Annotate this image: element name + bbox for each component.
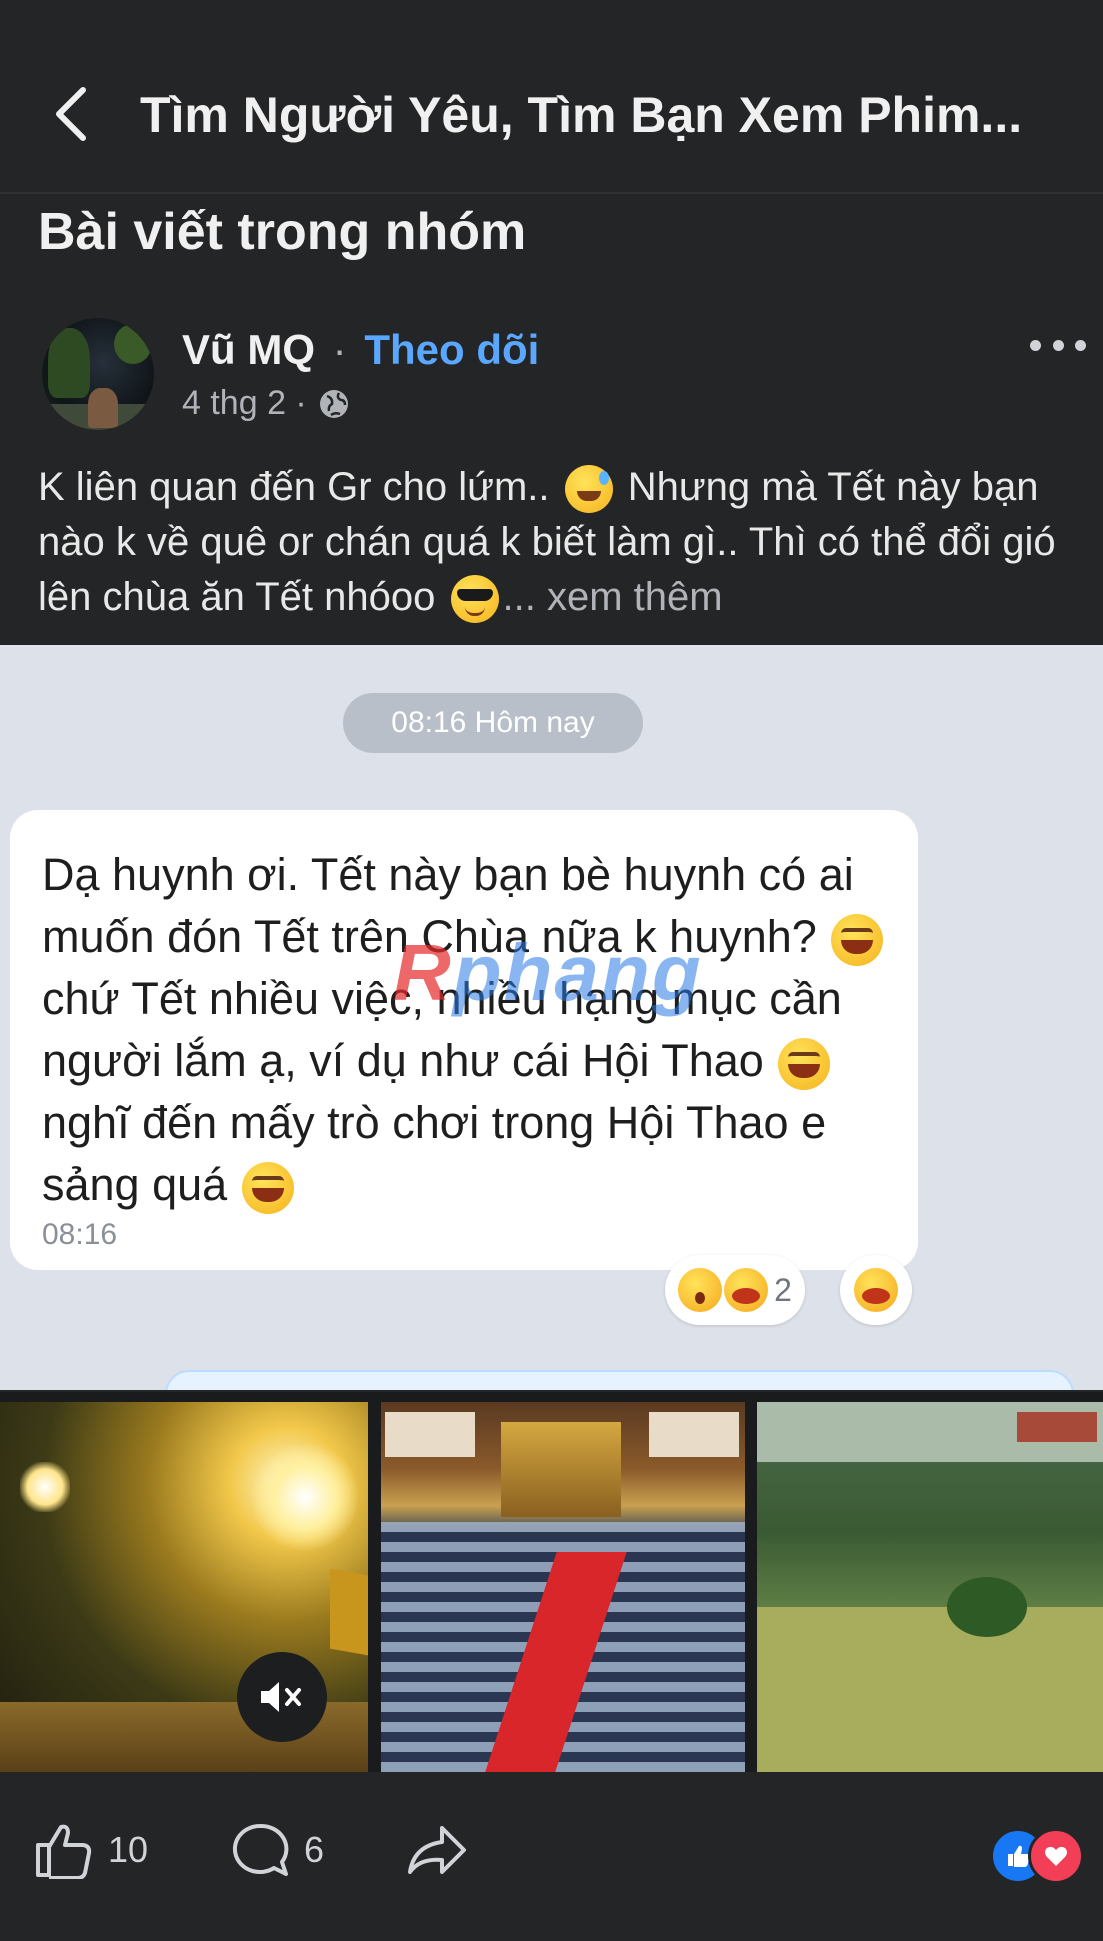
like-button[interactable]: 10 bbox=[34, 1820, 148, 1880]
message-text: Dạ huynh ơi. Tết này bạn bè huynh có ai … bbox=[42, 844, 902, 1216]
time-chip: 08:16 Hôm nay bbox=[343, 693, 643, 753]
message-line3: nghĩ đến mấy trò chơi trong Hội Thao e s… bbox=[42, 1097, 827, 1210]
astonished-emoji-icon bbox=[678, 1268, 723, 1312]
chevron-left-icon bbox=[56, 87, 86, 141]
comment-button[interactable]: 6 bbox=[230, 1820, 324, 1880]
laughing-emoji-icon bbox=[854, 1268, 898, 1312]
post-meta: 4 thg 2 · bbox=[182, 384, 351, 423]
photo-fireworks[interactable] bbox=[0, 1402, 368, 1772]
laughing-emoji-icon bbox=[724, 1268, 769, 1312]
comment-count: 6 bbox=[304, 1829, 325, 1870]
speaker-muted-icon bbox=[261, 1682, 301, 1712]
post-text-part1: K liên quan đến Gr cho lứm.. bbox=[38, 465, 550, 509]
sunglasses-emoji-icon bbox=[450, 575, 499, 624]
message-time: 08:16 bbox=[42, 1218, 118, 1251]
author-row: Vũ MQ · Theo dõi bbox=[182, 326, 539, 374]
watermark: Rphang bbox=[393, 928, 703, 1017]
message-reactions[interactable]: 2 bbox=[665, 1255, 805, 1325]
header-divider bbox=[0, 192, 1103, 194]
chat-screenshot: 08:16 Hôm nay Dạ huynh ơi. Tết này bạn b… bbox=[0, 645, 1103, 1390]
mute-button[interactable] bbox=[237, 1652, 327, 1742]
globe-icon bbox=[319, 389, 348, 418]
next-message-bubble bbox=[165, 1370, 1074, 1390]
avatar[interactable] bbox=[42, 318, 154, 430]
laughing-emoji-icon bbox=[831, 914, 884, 967]
photo-temple-garden[interactable] bbox=[757, 1402, 1103, 1772]
laughing-emoji-icon bbox=[241, 1162, 294, 1215]
like-count: 10 bbox=[108, 1829, 149, 1870]
photo-temple-hall[interactable] bbox=[381, 1402, 745, 1772]
reaction-summary[interactable] bbox=[990, 1828, 1090, 1884]
love-reaction-icon bbox=[1028, 1828, 1084, 1884]
action-bar: 10 6 bbox=[0, 1772, 1103, 1941]
back-button[interactable] bbox=[48, 84, 92, 144]
sweat-smile-emoji-icon bbox=[564, 465, 613, 514]
author-name[interactable]: Vũ MQ bbox=[182, 326, 315, 373]
post-time: 4 thg 2 · bbox=[182, 384, 307, 422]
see-more-link[interactable]: xem thêm bbox=[547, 575, 723, 619]
separator-dot: · bbox=[332, 326, 347, 373]
section-title: Bài viết trong nhóm bbox=[38, 203, 527, 261]
thumbs-up-icon bbox=[36, 1824, 92, 1879]
top-bar: Tìm Người Yêu, Tìm Bạn Xem Phim... bbox=[0, 0, 1103, 190]
laughing-emoji-icon bbox=[778, 1038, 831, 1091]
group-title: Tìm Người Yêu, Tìm Bạn Xem Phim... bbox=[140, 87, 1023, 143]
share-arrow-icon bbox=[408, 1826, 466, 1874]
reaction-count: 2 bbox=[774, 1271, 792, 1308]
post-text: K liên quan đến Gr cho lứm.. Nhưng mà Tế… bbox=[38, 460, 1078, 625]
more-options-button[interactable] bbox=[1030, 330, 1086, 360]
comment-bubble-icon bbox=[232, 1823, 289, 1876]
ellipsis: ... bbox=[502, 575, 536, 619]
add-reaction-button[interactable] bbox=[840, 1255, 912, 1325]
message-bubble: Dạ huynh ơi. Tết này bạn bè huynh có ai … bbox=[10, 810, 918, 1270]
share-button[interactable] bbox=[406, 1820, 468, 1880]
photo-strip bbox=[0, 1392, 1103, 1772]
follow-link[interactable]: Theo dõi bbox=[364, 326, 539, 373]
